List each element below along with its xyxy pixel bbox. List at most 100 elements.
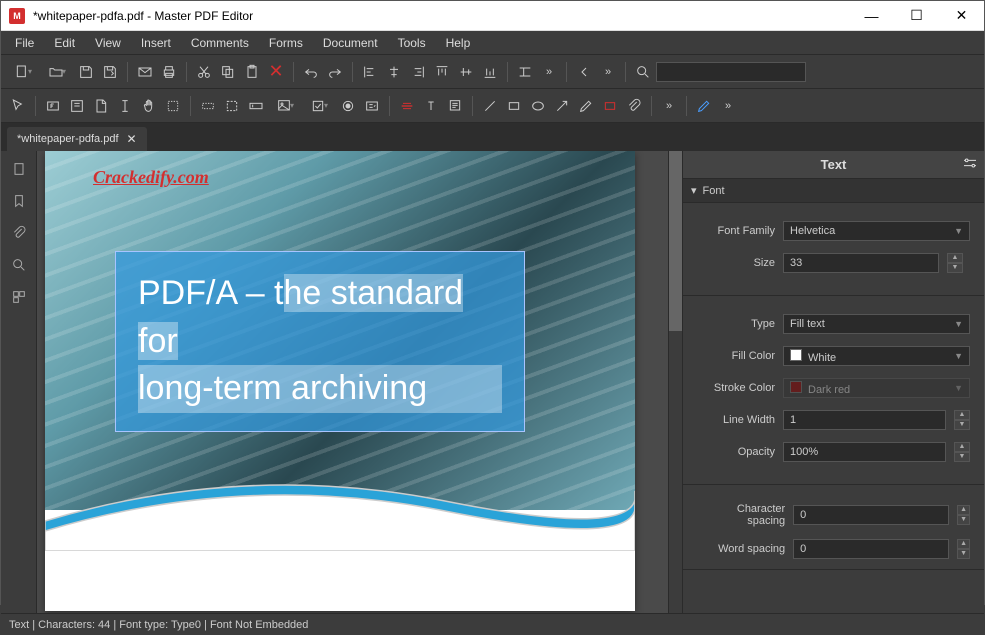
menu-forms[interactable]: Forms <box>259 32 313 54</box>
distribute-button[interactable] <box>514 61 536 83</box>
radio-tool[interactable] <box>337 95 359 117</box>
checkbox-tool[interactable]: ▾ <box>303 95 335 117</box>
left-sidebar <box>1 151 37 613</box>
maximize-button[interactable]: ☐ <box>894 1 939 31</box>
line-tool[interactable] <box>479 95 501 117</box>
align-center-v-button[interactable] <box>455 61 477 83</box>
menu-document[interactable]: Document <box>313 32 388 54</box>
size-spinner[interactable]: ▲▼ <box>947 253 963 273</box>
thumbnails-panel-button[interactable] <box>7 285 31 309</box>
align-left-button[interactable] <box>359 61 381 83</box>
word-spacing-spinner[interactable]: ▲▼ <box>957 539 970 559</box>
vertical-text-tool[interactable] <box>114 95 136 117</box>
rectangle-tool[interactable] <box>503 95 525 117</box>
word-spacing-input[interactable] <box>793 539 949 559</box>
align-bottom-button[interactable] <box>479 61 501 83</box>
arrow-tool[interactable] <box>551 95 573 117</box>
line-width-spinner[interactable]: ▲▼ <box>954 410 970 430</box>
search-icon[interactable] <box>632 61 654 83</box>
paste-button[interactable] <box>241 61 263 83</box>
align-right-button[interactable] <box>407 61 429 83</box>
pencil-tool[interactable] <box>575 95 597 117</box>
section-spacing-content: Character spacing ▲▼ Word spacing ▲▼ <box>683 485 984 570</box>
panel-settings-icon[interactable] <box>962 155 978 174</box>
prev-page-button[interactable] <box>573 61 595 83</box>
highlighter-tool[interactable] <box>693 95 715 117</box>
overflow4-button[interactable]: » <box>717 95 739 117</box>
size-input[interactable] <box>783 253 939 273</box>
menu-insert[interactable]: Insert <box>131 32 181 54</box>
note-tool[interactable] <box>444 95 466 117</box>
overflow-button[interactable]: » <box>538 61 560 83</box>
undo-button[interactable] <box>300 61 322 83</box>
dashed-box-tool[interactable] <box>221 95 243 117</box>
open-file-button[interactable]: ▾ <box>41 61 73 83</box>
type-select[interactable]: Fill text▼ <box>783 314 970 334</box>
insert-image-tool[interactable]: ▾ <box>269 95 301 117</box>
opacity-spinner[interactable]: ▲▼ <box>954 442 970 462</box>
menu-comments[interactable]: Comments <box>181 32 259 54</box>
new-file-button[interactable]: ▾ <box>7 61 39 83</box>
page-curve-graphic <box>45 461 635 551</box>
align-center-h-button[interactable] <box>383 61 405 83</box>
tab-document[interactable]: *whitepaper-pdfa.pdf ✕ <box>7 127 147 151</box>
textbox-tool[interactable] <box>420 95 442 117</box>
char-spacing-input[interactable] <box>793 505 949 525</box>
bookmarks-panel-button[interactable] <box>7 189 31 213</box>
menu-view[interactable]: View <box>85 32 131 54</box>
save-as-button[interactable] <box>99 61 121 83</box>
pages-panel-button[interactable] <box>7 157 31 181</box>
font-family-select[interactable]: Helvetica▼ <box>783 221 970 241</box>
search-panel-button[interactable] <box>7 253 31 277</box>
text-field-tool[interactable] <box>245 95 267 117</box>
section-font-header[interactable]: ▾ Font <box>683 179 984 203</box>
fill-color-select[interactable]: White▼ <box>783 346 970 366</box>
line-width-input[interactable] <box>783 410 946 430</box>
highlight-rect-tool[interactable] <box>599 95 621 117</box>
save-button[interactable] <box>75 61 97 83</box>
edit-text-tool[interactable] <box>42 95 64 117</box>
delete-button[interactable]: ✕ <box>265 61 287 83</box>
page-background-image: Crackedify.com PDF/A – the standard for … <box>45 151 635 510</box>
edit-form-tool[interactable] <box>66 95 88 117</box>
opacity-input[interactable] <box>783 442 946 462</box>
menu-edit[interactable]: Edit <box>44 32 85 54</box>
tab-close-icon[interactable]: ✕ <box>127 132 137 146</box>
select-area-tool[interactable] <box>162 95 184 117</box>
pdf-page[interactable]: Crackedify.com PDF/A – the standard for … <box>45 151 635 611</box>
line-width-label: Line Width <box>697 414 775 426</box>
hand-tool[interactable] <box>138 95 160 117</box>
selected-text-block[interactable]: PDF/A – the standard for long-term archi… <box>115 251 525 432</box>
scrollbar-thumb[interactable] <box>669 151 682 331</box>
dropdown-tool[interactable] <box>361 95 383 117</box>
strikethrough-tool[interactable] <box>396 95 418 117</box>
overflow3-button[interactable]: » <box>658 95 680 117</box>
window-controls: — ☐ ✕ <box>849 1 984 31</box>
link-tool[interactable] <box>197 95 219 117</box>
menu-help[interactable]: Help <box>436 32 481 54</box>
select-tool[interactable] <box>7 95 29 117</box>
document-tabs: *whitepaper-pdfa.pdf ✕ <box>1 123 984 151</box>
document-scrollbar[interactable] <box>668 151 682 613</box>
attachment-tool[interactable] <box>623 95 645 117</box>
stroke-color-label: Stroke Color <box>697 382 775 394</box>
redo-button[interactable] <box>324 61 346 83</box>
attachments-panel-button[interactable] <box>7 221 31 245</box>
document-scroll[interactable]: Crackedify.com PDF/A – the standard for … <box>37 151 668 613</box>
menu-tools[interactable]: Tools <box>388 32 436 54</box>
cut-button[interactable] <box>193 61 215 83</box>
print-button[interactable] <box>158 61 180 83</box>
search-input[interactable] <box>656 62 806 82</box>
font-family-label: Font Family <box>697 225 775 237</box>
close-button[interactable]: ✕ <box>939 1 984 31</box>
text-line-1: PDF/A – the standard for <box>138 270 502 365</box>
minimize-button[interactable]: — <box>849 1 894 31</box>
char-spacing-spinner[interactable]: ▲▼ <box>957 505 970 525</box>
email-button[interactable] <box>134 61 156 83</box>
overflow2-button[interactable]: » <box>597 61 619 83</box>
align-top-button[interactable] <box>431 61 453 83</box>
ellipse-tool[interactable] <box>527 95 549 117</box>
copy-button[interactable] <box>217 61 239 83</box>
menu-file[interactable]: File <box>5 32 44 54</box>
edit-document-tool[interactable] <box>90 95 112 117</box>
